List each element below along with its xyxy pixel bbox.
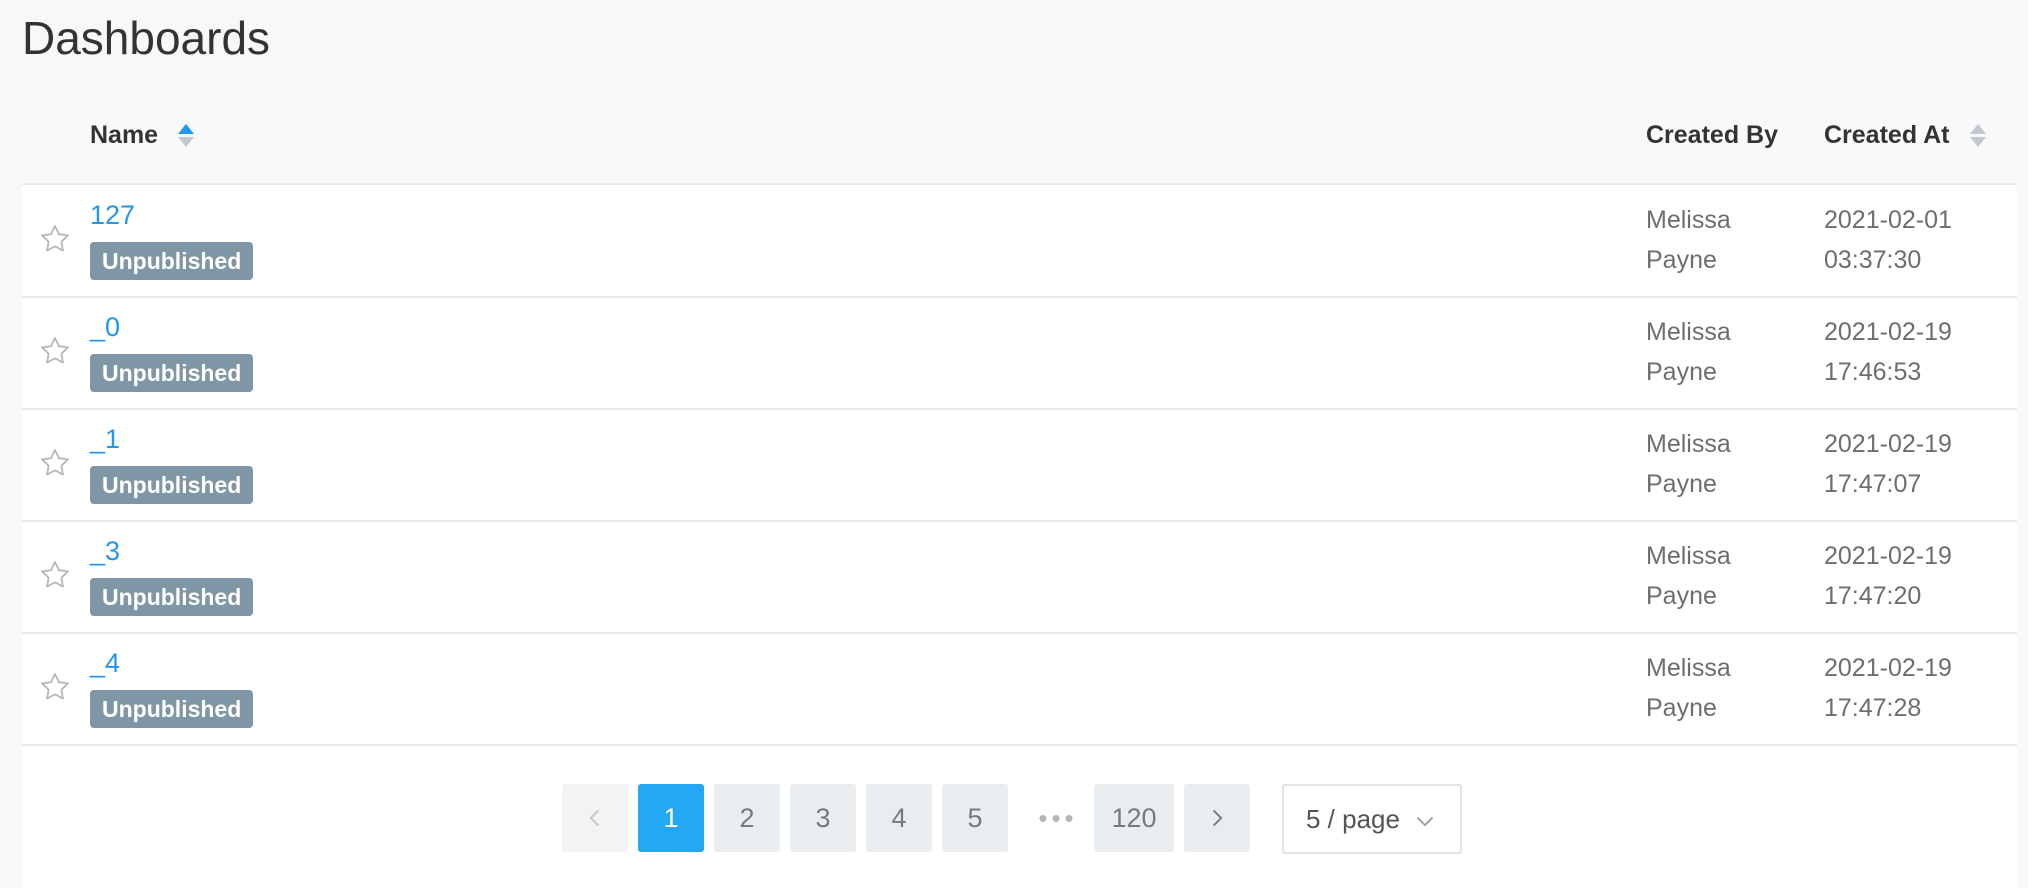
page-button-3[interactable]: 3 <box>790 784 856 852</box>
created-by-last-name: Payne <box>1646 582 1717 610</box>
created-by-first-name: Melissa <box>1646 206 1731 234</box>
created-by-last-name: Payne <box>1646 358 1717 386</box>
column-header-created-at-label: Created At <box>1824 121 1950 149</box>
status-badge: Unpublished <box>90 578 254 616</box>
next-page-button[interactable] <box>1184 784 1250 852</box>
chevron-down-icon <box>1416 816 1434 827</box>
dashboard-name-link[interactable]: _0 <box>90 312 120 343</box>
status-badge: Unpublished <box>90 242 254 280</box>
created-by-first-name: Melissa <box>1646 542 1731 570</box>
table-row: _3 Unpublished Melissa Payne 2021-02-19 … <box>22 522 2017 634</box>
chevron-left-icon <box>589 809 600 827</box>
created-by-cell: Melissa Payne <box>1646 424 1731 504</box>
created-by-first-name: Melissa <box>1646 318 1731 346</box>
page-button-1[interactable]: 1 <box>638 784 704 852</box>
created-by-last-name: Payne <box>1646 694 1717 722</box>
table-row: _1 Unpublished Melissa Payne 2021-02-19 … <box>22 410 2017 522</box>
star-outline-icon[interactable] <box>38 670 72 704</box>
page-button-2[interactable]: 2 <box>714 784 780 852</box>
star-outline-icon[interactable] <box>38 222 72 256</box>
created-by-first-name: Melissa <box>1646 430 1731 458</box>
created-at-cell: 2021-02-19 17:47:20 <box>1824 536 1952 616</box>
dashboard-name-link[interactable]: _1 <box>90 424 120 455</box>
status-badge: Unpublished <box>90 466 254 504</box>
created-by-cell: Melissa Payne <box>1646 200 1731 280</box>
pagination-ellipsis[interactable]: ••• <box>1018 784 1098 852</box>
dashboard-name-link[interactable]: 127 <box>90 200 135 231</box>
created-at-date: 2021-02-19 <box>1824 318 1952 346</box>
sort-descending-icon <box>178 137 195 147</box>
page-size-value: 5 / page <box>1306 803 1400 834</box>
created-at-date: 2021-02-01 <box>1824 206 1952 234</box>
page-size-select[interactable]: 5 / page <box>1282 784 1462 854</box>
page-button-last[interactable]: 120 <box>1094 784 1174 852</box>
column-header-created-by: Created By <box>1646 121 1778 150</box>
pagination: 1 2 3 4 5 ••• 120 5 / page <box>22 784 2017 854</box>
table-row: 127 Unpublished Melissa Payne 2021-02-01… <box>22 186 2017 298</box>
created-by-last-name: Payne <box>1646 246 1717 274</box>
dashboard-name-link[interactable]: _3 <box>90 536 120 567</box>
created-at-cell: 2021-02-19 17:47:28 <box>1824 648 1952 728</box>
column-header-created-at[interactable]: Created At <box>1824 121 1986 150</box>
status-badge: Unpublished <box>90 690 254 728</box>
created-at-time: 03:37:30 <box>1824 246 1922 274</box>
created-at-date: 2021-02-19 <box>1824 542 1952 570</box>
chevron-right-icon <box>1212 809 1223 827</box>
created-by-cell: Melissa Payne <box>1646 536 1731 616</box>
sort-descending-icon <box>1969 137 1986 147</box>
sort-icon[interactable] <box>1969 123 1986 149</box>
dashboard-name-link[interactable]: _4 <box>90 648 120 679</box>
column-header-name-label: Name <box>90 121 159 149</box>
star-outline-icon[interactable] <box>38 334 72 368</box>
column-header-created-by-label: Created By <box>1646 121 1778 149</box>
created-at-time: 17:47:28 <box>1824 694 1922 722</box>
star-outline-icon[interactable] <box>38 446 72 480</box>
sort-ascending-icon <box>1969 124 1986 134</box>
created-by-last-name: Payne <box>1646 470 1717 498</box>
table-row: _4 Unpublished Melissa Payne 2021-02-19 … <box>22 634 2017 746</box>
dashboards-table-panel: Name Created By Created At 127 Unpublish… <box>22 88 2017 888</box>
created-at-cell: 2021-02-19 17:47:07 <box>1824 424 1952 504</box>
star-outline-icon[interactable] <box>38 558 72 592</box>
sort-ascending-icon <box>178 124 195 134</box>
created-at-cell: 2021-02-19 17:46:53 <box>1824 312 1952 392</box>
page-button-5[interactable]: 5 <box>942 784 1008 852</box>
created-by-first-name: Melissa <box>1646 654 1731 682</box>
table-row: _0 Unpublished Melissa Payne 2021-02-19 … <box>22 298 2017 410</box>
page-title: Dashboards <box>22 12 271 64</box>
created-at-date: 2021-02-19 <box>1824 430 1952 458</box>
created-at-time: 17:46:53 <box>1824 358 1922 386</box>
table-header: Name Created By Created At <box>22 88 2017 185</box>
status-badge: Unpublished <box>90 354 254 392</box>
created-at-cell: 2021-02-01 03:37:30 <box>1824 200 1952 280</box>
created-at-time: 17:47:07 <box>1824 470 1922 498</box>
column-header-name[interactable]: Name <box>90 121 195 150</box>
page-button-4[interactable]: 4 <box>866 784 932 852</box>
created-at-time: 17:47:20 <box>1824 582 1922 610</box>
created-by-cell: Melissa Payne <box>1646 648 1731 728</box>
created-by-cell: Melissa Payne <box>1646 312 1731 392</box>
sort-icon[interactable] <box>178 123 195 149</box>
created-at-date: 2021-02-19 <box>1824 654 1952 682</box>
prev-page-button[interactable] <box>562 784 628 852</box>
